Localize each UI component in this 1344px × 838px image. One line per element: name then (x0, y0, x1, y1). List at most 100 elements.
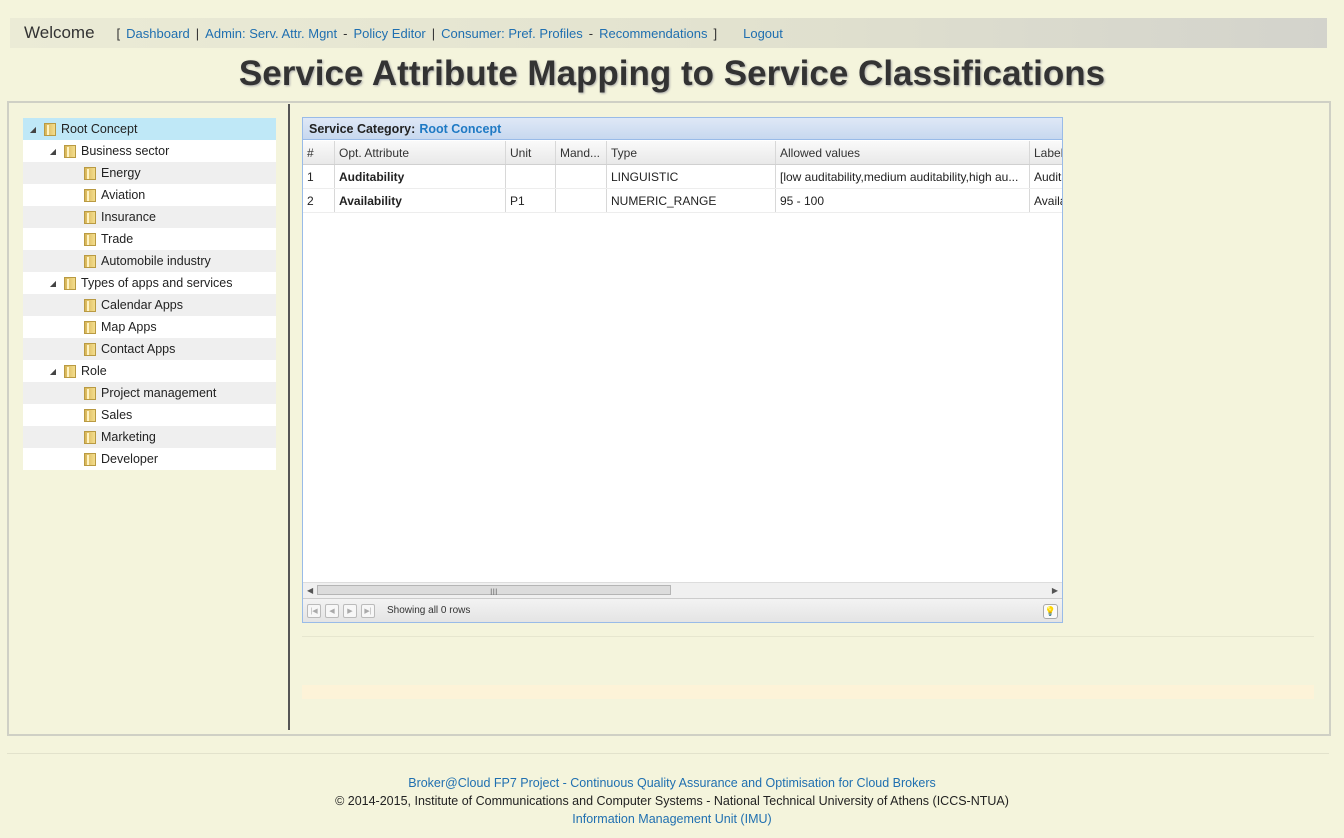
folder-icon (44, 122, 56, 136)
tree-node[interactable]: Aviation (23, 184, 276, 206)
folder-icon (84, 210, 96, 224)
expand-arrow-icon[interactable]: ◢ (48, 147, 58, 156)
column-header[interactable]: Unit (506, 141, 556, 164)
nav-bracket-open: [ (116, 25, 121, 41)
footer-unit-link[interactable]: Information Management Unit (IMU) (572, 812, 771, 826)
table-cell: Availa (1034, 193, 1062, 208)
horizontal-scrollbar[interactable]: ◀ III ▶ (303, 582, 1062, 599)
grid-caption: Service Category: Root Concept (303, 118, 1062, 140)
tree-node-label: Insurance (101, 210, 156, 224)
tree-node-label: Root Concept (61, 122, 138, 136)
nav-separator: - (343, 25, 348, 41)
expand-arrow-icon[interactable]: ◢ (28, 125, 38, 134)
folder-icon (84, 430, 96, 444)
nav-separator: | (195, 25, 200, 41)
table-cell: [low auditability,medium auditability,hi… (776, 165, 1030, 188)
attribute-grid: Service Category: Root Concept # Opt. Att… (302, 117, 1063, 623)
welcome-text: Welcome (24, 23, 95, 42)
tree-node[interactable]: ◢ Types of apps and services (23, 272, 276, 294)
panel-divider[interactable] (288, 104, 290, 730)
folder-icon (64, 144, 76, 158)
table-cell (506, 165, 556, 188)
first-page-icon[interactable]: |◀ (307, 603, 321, 618)
nav-separator: | (431, 25, 436, 41)
lightbulb-icon[interactable]: 💡 (1043, 604, 1058, 619)
logout-link[interactable]: Logout (743, 26, 783, 41)
folder-icon (84, 298, 96, 312)
tree-node[interactable]: Developer (23, 448, 276, 470)
tree-node[interactable]: Automobile industry (23, 250, 276, 272)
scroll-right-icon[interactable]: ▶ (1052, 583, 1058, 598)
tree-node-label: Map Apps (101, 320, 157, 334)
grid-caption-label: Service Category: (309, 121, 416, 136)
tree-node-label: Business sector (81, 144, 170, 158)
table-cell: P1 (506, 189, 556, 212)
column-header[interactable]: Allowed values (776, 141, 1030, 164)
expand-arrow-icon[interactable]: ◢ (48, 367, 58, 376)
nav-link-admin-serv-attr-mgnt[interactable]: Admin: Serv. Attr. Mgnt (205, 26, 337, 41)
tree-node[interactable]: ◢ Role (23, 360, 276, 382)
footer-divider (7, 753, 1329, 754)
tree-node[interactable]: Trade (23, 228, 276, 250)
top-navigation-bar: Welcome [ Dashboard | Admin: Serv. Attr.… (10, 18, 1327, 48)
concept-tree: ◢ Root Concept ◢ Business sector Energy Aviat… (23, 118, 276, 470)
table-row[interactable]: 2 Availability P1 NUMERIC_RANGE 95 - 100 Avai… (303, 189, 1062, 213)
table-cell: 95 - 100 (776, 189, 1030, 212)
scroll-left-icon[interactable]: ◀ (307, 583, 313, 598)
footer: Broker@Cloud FP7 Project - Continuous Qu… (0, 774, 1344, 828)
folder-icon (84, 254, 96, 268)
table-cell: Availability (335, 189, 506, 212)
column-header[interactable]: Label (1030, 141, 1062, 164)
table-row[interactable]: 1 Auditability LINGUISTIC [low auditability… (303, 165, 1062, 189)
column-header[interactable]: # (303, 141, 335, 164)
scrollbar-thumb[interactable]: III (317, 585, 671, 597)
tree-node[interactable]: Energy (23, 162, 276, 184)
tree-node-label: Project management (101, 386, 217, 400)
folder-icon (84, 342, 96, 356)
grip-icon: III (490, 587, 498, 597)
tree-node[interactable]: Project management (23, 382, 276, 404)
tree-node-label: Contact Apps (101, 342, 176, 356)
folder-icon (84, 232, 96, 246)
folder-icon (84, 408, 96, 422)
tree-node[interactable]: ◢ Business sector (23, 140, 276, 162)
column-header[interactable]: Mand... (556, 141, 607, 164)
folder-icon (64, 364, 76, 378)
nav-link-consumer-pref-profiles[interactable]: Consumer: Pref. Profiles (441, 26, 583, 41)
nav-link-dashboard[interactable]: Dashboard (126, 26, 190, 41)
table-cell: 1 (303, 165, 335, 188)
table-cell (556, 165, 607, 188)
expand-arrow-icon[interactable]: ◢ (48, 279, 58, 288)
column-header[interactable]: Type (607, 141, 776, 164)
table-cell: Audita (1034, 169, 1062, 184)
tree-node-label: Types of apps and services (81, 276, 233, 290)
footer-copyright: © 2014-2015, Institute of Communications… (335, 794, 1009, 808)
table-cell: LINGUISTIC (607, 165, 776, 188)
last-page-icon[interactable]: ▶| (361, 603, 375, 618)
tree-node[interactable]: Sales (23, 404, 276, 426)
tree-node-label: Developer (101, 452, 158, 466)
tree-node[interactable]: Marketing (23, 426, 276, 448)
footer-project-link[interactable]: Broker@Cloud FP7 Project - Continuous Qu… (408, 776, 936, 790)
tree-node-label: Role (81, 364, 107, 378)
tree-node-label: Calendar Apps (101, 298, 184, 312)
table-cell: Auditability (335, 165, 506, 188)
page-title: Service Attribute Mapping to Service Cla… (238, 54, 1106, 93)
nav-bracket-close: ] (713, 25, 718, 41)
content-divider (302, 636, 1314, 637)
tree-node-label: Trade (101, 232, 134, 246)
prev-page-icon[interactable]: ◀ (325, 603, 339, 618)
next-page-icon[interactable]: ▶ (343, 603, 357, 618)
nav-link-recommendations[interactable]: Recommendations (599, 26, 707, 41)
tree-node[interactable]: Insurance (23, 206, 276, 228)
tree-node[interactable]: Map Apps (23, 316, 276, 338)
tree-node[interactable]: ◢ Root Concept (23, 118, 276, 140)
tree-node-label: Energy (101, 166, 141, 180)
folder-icon (84, 320, 96, 334)
column-header[interactable]: Opt. Attribute (335, 141, 506, 164)
tree-node[interactable]: Contact Apps (23, 338, 276, 360)
tree-node-label: Aviation (101, 188, 146, 202)
table-cell: NUMERIC_RANGE (607, 189, 776, 212)
tree-node[interactable]: Calendar Apps (23, 294, 276, 316)
nav-link-policy-editor[interactable]: Policy Editor (354, 26, 426, 41)
